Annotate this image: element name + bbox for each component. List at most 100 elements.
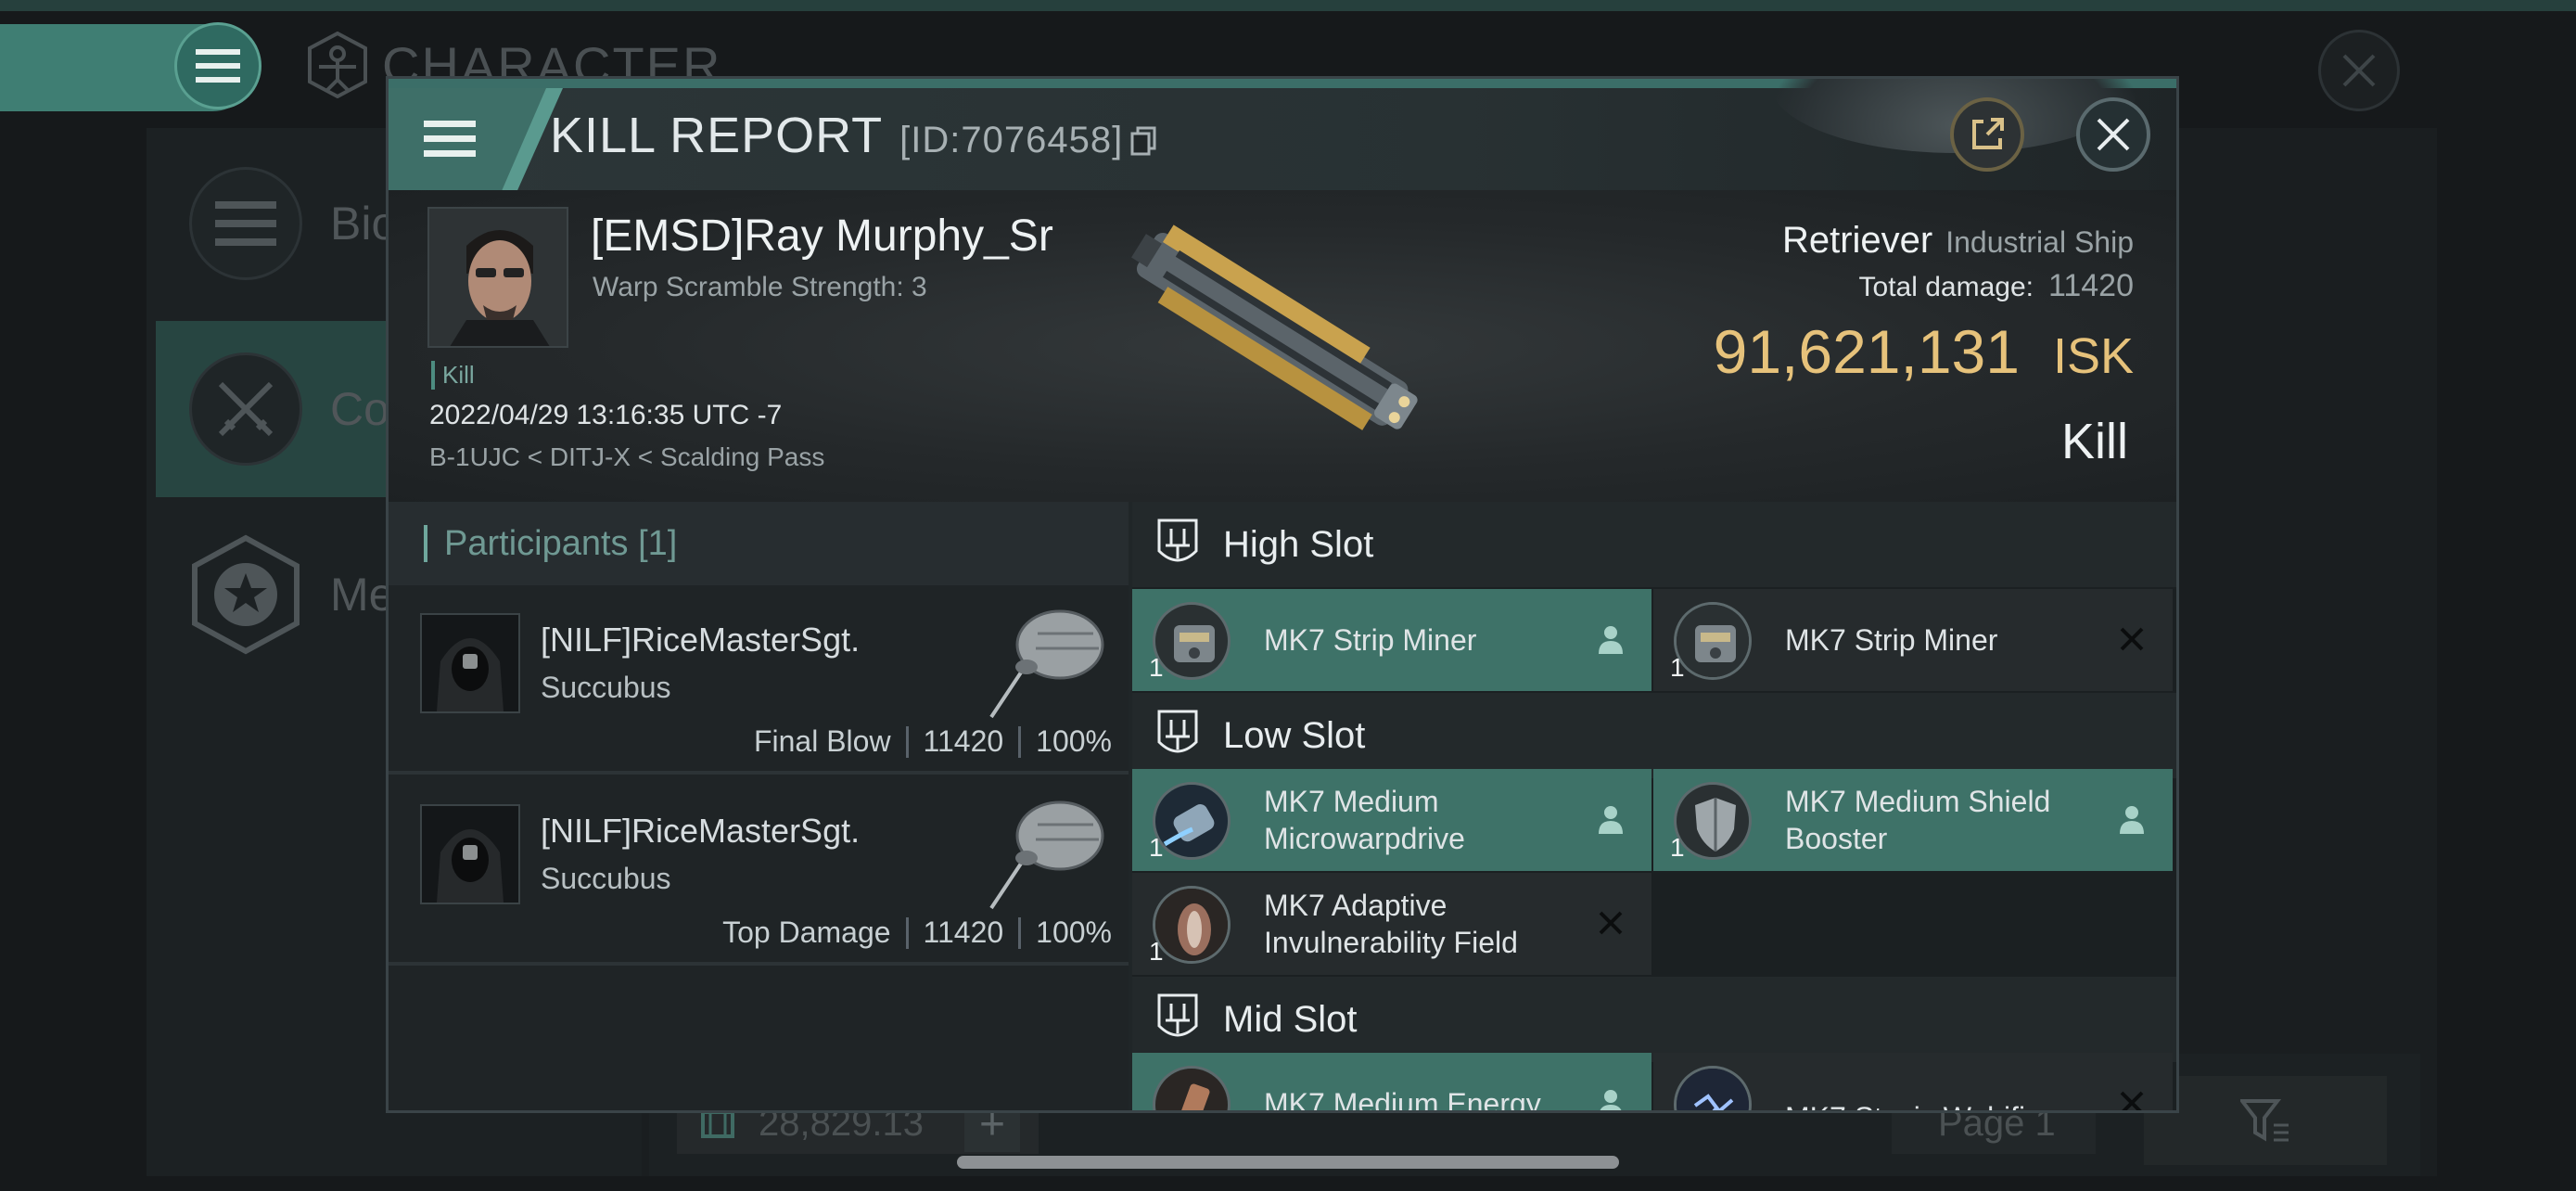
hamburger-icon xyxy=(424,121,476,157)
module-name: MK7 Medium Shield Booster xyxy=(1785,785,2051,855)
destroyed-x-icon xyxy=(2113,621,2150,658)
filter-icon xyxy=(2240,1099,2289,1142)
total-damage-label: Total damage: xyxy=(1858,272,2034,302)
total-damage-value: 11420 xyxy=(2047,268,2134,303)
hamburger-icon xyxy=(196,49,240,83)
dropped-person-icon xyxy=(2113,800,2150,838)
header-accent-bar xyxy=(424,525,427,562)
low-slot-label: Low Slot xyxy=(1223,714,1366,756)
module-name: MK7 Medium Microwarpdrive xyxy=(1264,785,1465,855)
dropped-person-icon xyxy=(1592,800,1629,838)
module-name: MK7 Stasis Webifier xyxy=(1785,1071,2052,1110)
kill-tag: Kill xyxy=(431,361,475,390)
participant-role: Final Blow xyxy=(753,724,891,758)
module-quantity: 1 xyxy=(1149,833,1164,862)
stat-divider xyxy=(1018,725,1022,758)
module-name: MK7 Strip Miner xyxy=(1264,623,1477,657)
shield-booster-image xyxy=(1674,782,1752,860)
participant-name: [NILF]RiceMasterSgt. xyxy=(541,621,861,659)
dialog-title: KILL REPORT [ID:7076458] xyxy=(550,107,1156,164)
character-icon xyxy=(308,32,367,98)
participant-role: Top Damage xyxy=(722,916,891,949)
star-icon xyxy=(189,534,302,655)
participant-row[interactable]: [NILF]RiceMasterSgt. Succubus Top Damage… xyxy=(389,776,1129,966)
participant-row[interactable]: [NILF]RiceMasterSgt. Succubus Final Blow… xyxy=(389,585,1129,775)
victim-name[interactable]: [EMSD]Ray Murphy_Sr xyxy=(591,211,1053,262)
report-id[interactable]: [ID:7076458] xyxy=(899,120,1156,161)
participant-ship: Succubus xyxy=(541,862,671,895)
module-name: MK7 Medium Energy xyxy=(1264,1087,1541,1113)
kill-location[interactable]: B-1UJC < DITJ-X < Scalding Pass xyxy=(429,442,824,472)
main-menu-button[interactable] xyxy=(174,22,261,109)
module-card[interactable]: MK7 Medium Shield Booster 1 xyxy=(1653,769,2173,871)
stat-divider xyxy=(905,916,909,949)
hooded-pilot-image xyxy=(422,615,518,711)
kill-result: Kill xyxy=(2060,414,2128,469)
participant-stats: Top Damage 11420 100% xyxy=(722,916,1112,950)
strip-miner-image xyxy=(1674,602,1752,680)
module-quantity: 1 xyxy=(1670,653,1685,682)
top-status-bar xyxy=(0,0,2576,11)
victim-ship-class: Industrial Ship xyxy=(1945,225,2134,259)
share-button[interactable] xyxy=(1950,97,2024,172)
kill-datetime: 2022/04/29 13:16:35 UTC -7 xyxy=(429,400,783,430)
participant-percent: 100% xyxy=(1036,916,1112,949)
close-icon xyxy=(2342,54,2376,87)
participant-percent: 100% xyxy=(1036,724,1112,758)
isk-unit: ISK xyxy=(2052,328,2134,384)
warp-scramble-strength: Warp Scramble Strength: 3 xyxy=(593,272,927,302)
close-icon xyxy=(2097,118,2130,151)
participant-stats: Final Blow 11420 100% xyxy=(754,724,1112,759)
participants-header-text: Participants [1] xyxy=(444,523,678,563)
module-card[interactable]: MK7 Medium Energy 1 xyxy=(1132,1053,1651,1113)
hooded-pilot-image xyxy=(422,806,518,903)
copy-icon[interactable] xyxy=(1130,126,1156,156)
external-link-icon xyxy=(1972,118,2004,149)
invulnerability-field-image xyxy=(1153,886,1231,964)
module-card[interactable]: MK7 Strip Miner 1 xyxy=(1653,589,2173,691)
module-name: MK7 Strip Miner xyxy=(1785,623,1998,657)
participant-damage: 11420 xyxy=(923,724,1004,758)
dialog-close-button[interactable] xyxy=(2076,97,2150,172)
high-slot-header: High Slot xyxy=(1132,502,2176,587)
victim-banner: [EMSD]Ray Murphy_Sr Warp Scramble Streng… xyxy=(389,190,2176,502)
mid-slot-icon xyxy=(1157,993,1198,1037)
mid-slot-header: Mid Slot xyxy=(1132,977,2176,1062)
high-slot-icon xyxy=(1157,519,1198,562)
dialog-title-text: KILL REPORT xyxy=(550,108,884,163)
filter-button[interactable] xyxy=(2144,1076,2387,1165)
victim-portrait[interactable] xyxy=(427,207,568,348)
participant-ship-image xyxy=(989,800,1104,910)
list-icon xyxy=(189,167,302,280)
module-name: MK7 Adaptive Invulnerability Field xyxy=(1264,889,1518,959)
mid-slot-label: Mid Slot xyxy=(1223,998,1358,1040)
strip-miner-image xyxy=(1153,602,1231,680)
module-quantity: 1 xyxy=(1670,833,1685,862)
dropped-person-icon xyxy=(1592,621,1629,658)
participant-name: [NILF]RiceMasterSgt. xyxy=(541,812,861,850)
energy-module-image xyxy=(1153,1066,1231,1110)
victim-ship-name: Retriever xyxy=(1781,220,1933,261)
victim-ship-line: Retriever Industrial Ship xyxy=(1782,220,2134,262)
participant-avatar xyxy=(420,613,520,713)
module-card[interactable]: MK7 Adaptive Invulnerability Field 1 xyxy=(1132,873,1651,975)
dropped-person-icon xyxy=(1592,1084,1629,1110)
module-card[interactable]: MK7 Stasis Webifier 1 xyxy=(1653,1053,2173,1110)
participant-ship: Succubus xyxy=(541,671,671,704)
pilot-portrait-image xyxy=(429,209,567,346)
home-indicator[interactable] xyxy=(957,1156,1619,1169)
microwarpdrive-image xyxy=(1153,782,1231,860)
victim-ship-image[interactable] xyxy=(1093,199,1446,468)
module-quantity: 1 xyxy=(1149,653,1164,682)
module-card[interactable]: MK7 Medium Microwarpdrive 1 xyxy=(1132,769,1651,871)
participant-damage: 11420 xyxy=(923,916,1004,949)
module-card[interactable]: MK7 Strip Miner 1 xyxy=(1132,589,1651,691)
destroyed-x-icon xyxy=(2113,1084,2150,1110)
stat-divider xyxy=(1018,916,1022,949)
participants-header: Participants [1] xyxy=(389,502,1129,585)
kill-report-dialog: KILL REPORT [ID:7076458] [EMSD]Ray Murph… xyxy=(386,76,2179,1113)
combat-icon xyxy=(189,352,302,466)
page-close-button[interactable] xyxy=(2318,30,2400,111)
participant-ship-image xyxy=(989,609,1104,719)
total-damage-line: Total damage: 11420 xyxy=(1859,268,2134,304)
